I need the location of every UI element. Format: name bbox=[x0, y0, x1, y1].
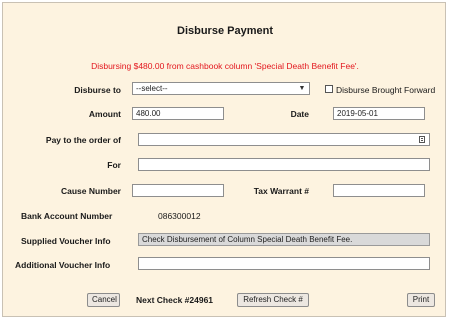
chevron-down-icon: ▼ bbox=[298, 85, 306, 92]
print-button[interactable]: Print bbox=[407, 293, 435, 307]
amount-label: Amount bbox=[88, 109, 121, 119]
additional-voucher-input[interactable] bbox=[138, 257, 430, 270]
for-input[interactable] bbox=[138, 158, 430, 171]
supplied-voucher-label: Supplied Voucher Info bbox=[21, 236, 111, 246]
lookup-icon[interactable] bbox=[419, 136, 425, 143]
next-check-number: Next Check #24961 bbox=[136, 295, 214, 305]
bank-account-label: Bank Account Number bbox=[21, 211, 113, 221]
dialog-title: Disburse Payment bbox=[177, 25, 273, 37]
for-label: For bbox=[107, 160, 121, 170]
supplied-voucher-field: Check Disbursement of Column Special Dea… bbox=[138, 233, 430, 246]
bank-account-value: 086300012 bbox=[158, 211, 201, 221]
amount-input[interactable]: 480.00 bbox=[132, 107, 224, 120]
disburse-to-select[interactable]: --select-- ▼ bbox=[132, 82, 310, 95]
cancel-button[interactable]: Cancel bbox=[87, 293, 120, 307]
disburse-to-value: --select-- bbox=[136, 84, 168, 93]
disbursement-notice: Disbursing $480.00 from cashbook column … bbox=[91, 61, 359, 71]
pay-to-input[interactable] bbox=[138, 133, 430, 146]
date-input[interactable]: 2019-05-01 bbox=[333, 107, 425, 120]
brought-forward-label: Disburse Brought Forward bbox=[336, 85, 436, 95]
cause-number-input[interactable] bbox=[132, 184, 224, 197]
brought-forward-checkbox[interactable] bbox=[325, 85, 333, 93]
pay-to-label: Pay to the order of bbox=[45, 135, 121, 145]
tax-warrant-label: Tax Warrant # bbox=[253, 186, 309, 196]
disburse-payment-dialog: Disburse Payment Disbursing $480.00 from… bbox=[2, 2, 446, 317]
additional-voucher-label: Additional Voucher Info bbox=[15, 260, 111, 270]
date-label: Date bbox=[290, 109, 309, 119]
tax-warrant-input[interactable] bbox=[333, 184, 425, 197]
cause-number-label: Cause Number bbox=[61, 186, 121, 196]
refresh-check-button[interactable]: Refresh Check # bbox=[237, 293, 309, 307]
disburse-to-label: Disburse to bbox=[74, 85, 121, 95]
